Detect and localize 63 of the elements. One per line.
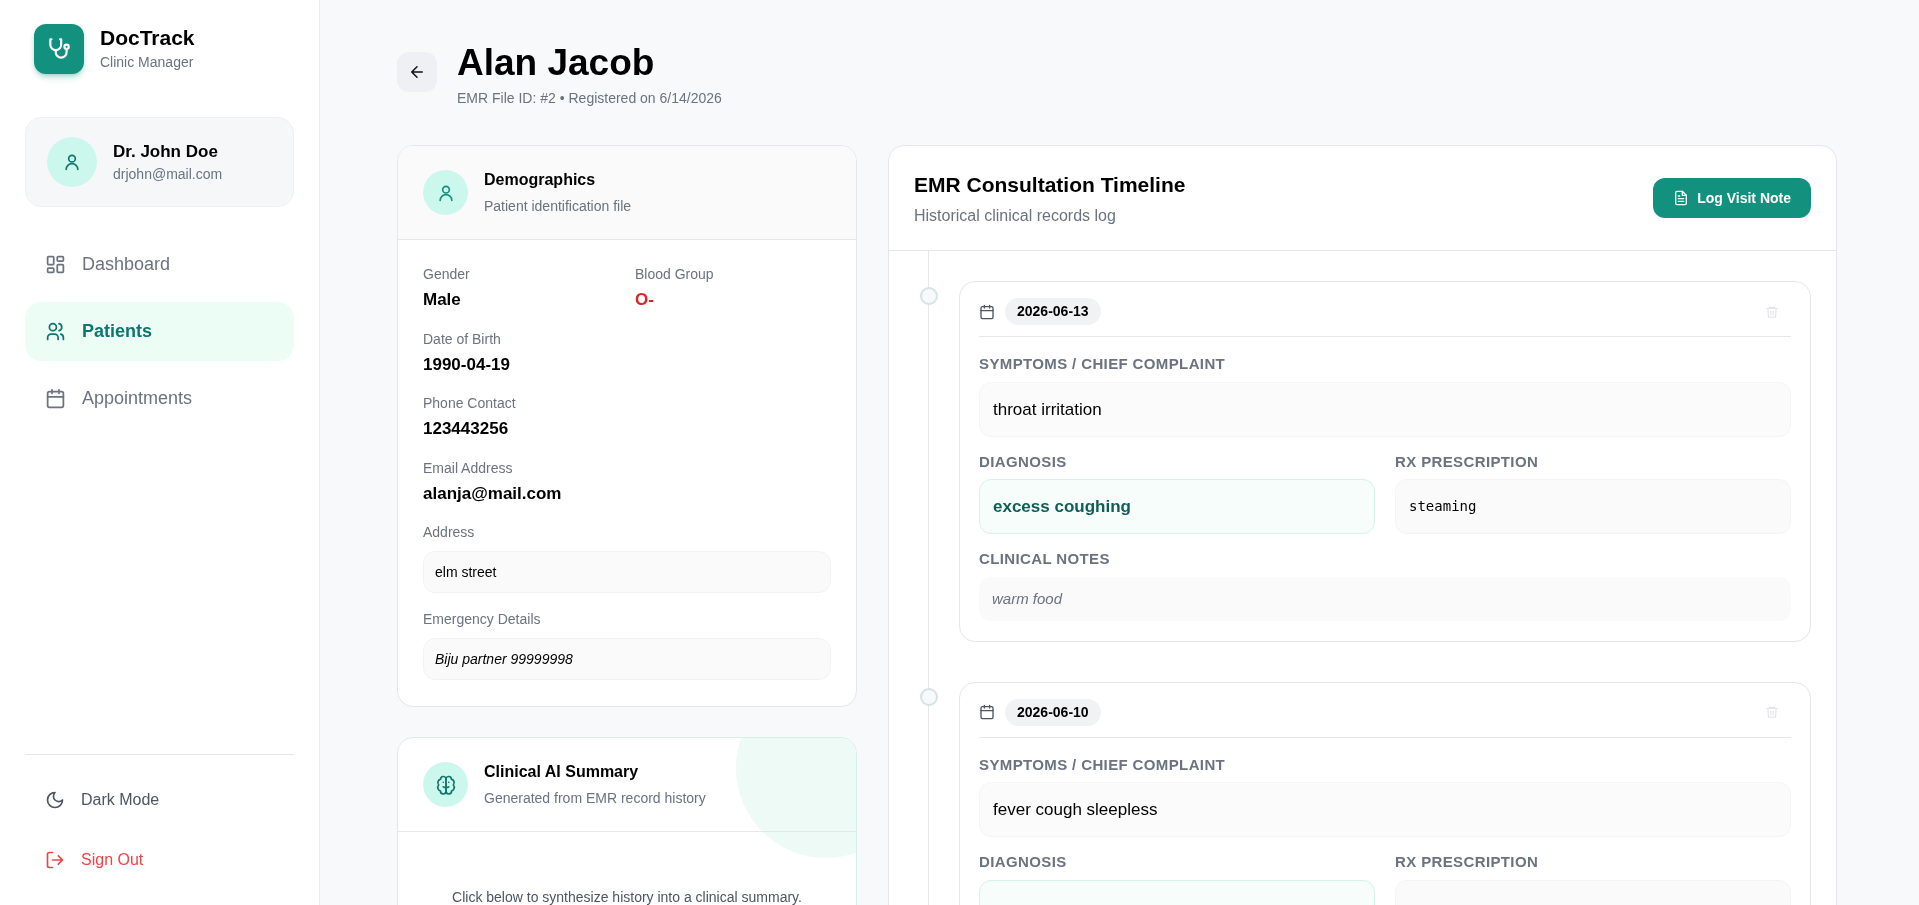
visit-date: 2026-06-13 bbox=[1005, 298, 1101, 326]
visit-date: 2026-06-10 bbox=[1005, 698, 1101, 726]
section-label: DIAGNOSIS bbox=[979, 852, 1068, 873]
brand-subtitle: Clinic Manager bbox=[100, 52, 195, 72]
summary-prompt: Click below to synthesize history into a clinical summary. bbox=[451, 888, 803, 905]
brand-name: DocTrack bbox=[100, 25, 195, 52]
address-value: elm street bbox=[423, 551, 831, 594]
field-label: Emergency Details bbox=[423, 610, 542, 630]
nav-item[interactable]: Dashboard bbox=[25, 235, 294, 294]
calendar-icon bbox=[979, 704, 995, 721]
field-value: alanja@mail.com bbox=[423, 482, 563, 505]
user-icon bbox=[423, 170, 468, 216]
field-label: Email Address bbox=[423, 458, 514, 478]
card-title: Demographics bbox=[484, 170, 597, 191]
field-label: Gender bbox=[423, 265, 471, 285]
section-label: RX PRESCRIPTION bbox=[1395, 451, 1540, 472]
field-label: Address bbox=[423, 523, 476, 543]
emergency-details-value: Biju partner 99999998 bbox=[423, 638, 831, 681]
section-label: SYMPTOMS / CHIEF COMPLAINT bbox=[979, 354, 1227, 375]
card-subtitle: Patient identification file bbox=[484, 197, 632, 217]
card-title: Clinical AI Summary bbox=[484, 762, 640, 783]
prescription-value: steaming bbox=[1395, 479, 1791, 535]
user-name: Dr. John Doe bbox=[113, 140, 219, 163]
log-visit-note-button[interactable]: Log Visit Note bbox=[1653, 178, 1811, 219]
patient-name: Alan Jacob bbox=[457, 41, 656, 85]
field-value: 123443256 bbox=[423, 418, 510, 441]
field-value: O- bbox=[635, 289, 655, 312]
nav-item[interactable]: Patients bbox=[25, 302, 294, 361]
clinical-notes-value: warm food bbox=[979, 576, 1791, 621]
document-icon bbox=[1673, 190, 1690, 207]
field-label: Phone Contact bbox=[423, 394, 517, 414]
grid-icon bbox=[45, 254, 66, 275]
nav-item[interactable]: Appointments bbox=[25, 369, 294, 428]
moon-icon bbox=[45, 790, 65, 810]
avatar-icon bbox=[47, 137, 97, 187]
back-button[interactable] bbox=[397, 52, 437, 92]
symptoms-value: fever cough sleepless bbox=[979, 782, 1791, 838]
field-label: Blood Group bbox=[635, 265, 715, 285]
dark-mode-toggle[interactable]: Dark Mode bbox=[25, 777, 294, 823]
sign-out-link[interactable]: Sign Out bbox=[25, 837, 294, 883]
user-email: drjohn@mail.com bbox=[113, 165, 223, 185]
arrow-left-icon bbox=[408, 63, 426, 81]
field-label: Date of Birth bbox=[423, 329, 502, 349]
calendar-icon bbox=[979, 303, 995, 320]
calendar-icon bbox=[45, 388, 66, 409]
delete-button[interactable] bbox=[1765, 304, 1779, 319]
sign-out-icon bbox=[45, 850, 65, 870]
users-icon bbox=[45, 321, 66, 342]
section-label: SYMPTOMS / CHIEF COMPLAINT bbox=[979, 754, 1227, 775]
section-label: CLINICAL NOTES bbox=[979, 549, 1111, 570]
timeline-title: EMR Consultation Timeline bbox=[914, 171, 1186, 198]
brain-icon bbox=[423, 762, 468, 808]
field-value: 1990-04-19 bbox=[423, 353, 511, 376]
section-label: RX PRESCRIPTION bbox=[1395, 852, 1540, 873]
delete-button[interactable] bbox=[1765, 705, 1779, 720]
card-subtitle: Generated from EMR record history bbox=[484, 789, 706, 809]
section-label: DIAGNOSIS bbox=[979, 451, 1068, 472]
diagnosis-value: excess coughing bbox=[979, 479, 1375, 535]
field-value: Male bbox=[423, 289, 462, 312]
timeline-subtitle: Historical clinical records log bbox=[914, 206, 1117, 226]
patient-file-info: EMR File ID: #2 • Registered on 6/14/2026 bbox=[457, 89, 722, 109]
symptoms-value: throat irritation bbox=[979, 381, 1791, 437]
logo-icon bbox=[34, 24, 84, 74]
